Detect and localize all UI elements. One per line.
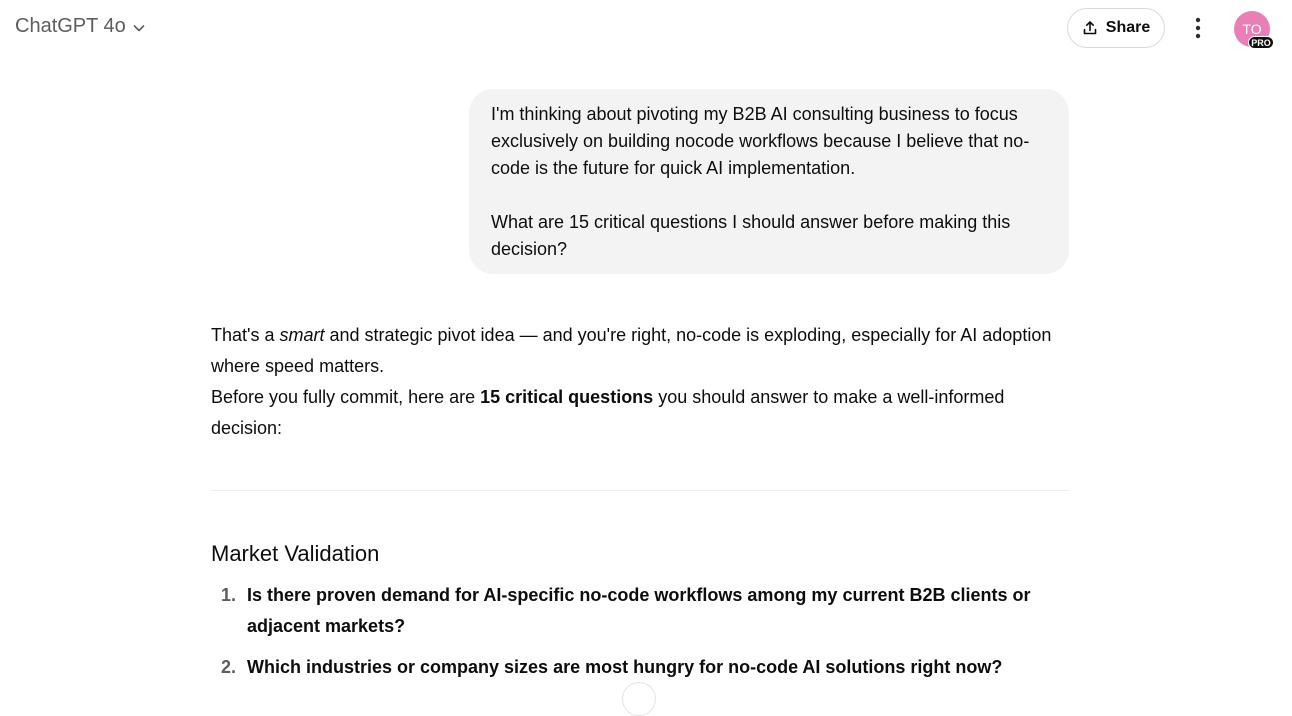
section-heading: Market Validation [211,541,380,566]
model-name: ChatGPT 4o [15,15,126,37]
pro-badge: PRO [1248,36,1274,49]
list-item: 1. Is there proven demand for AI-specifi… [211,580,1041,642]
model-selector[interactable]: ChatGPT 4o [15,15,146,38]
question-list: 1. Is there proven demand for AI-specifi… [211,580,1041,693]
list-number: 1. [220,585,236,605]
question-text: Which industries or company sizes are mo… [247,657,1003,677]
chevron-down-icon [133,24,145,31]
share-icon [1083,21,1097,35]
assistant-message: That's a smart and strategic pivot idea … [211,320,1073,444]
question-text: Is there proven demand for AI-specific n… [247,585,1031,636]
user-message-bubble: I'm thinking about pivoting my B2B AI co… [469,89,1069,274]
lead-text: Before you fully commit, here are [211,387,481,407]
intro-text: That's a [211,325,280,345]
assistant-intro: That's a smart and strategic pivot idea … [211,320,1073,382]
scroll-down-button[interactable] [622,682,656,716]
pro-badge-label: PRO [1251,37,1271,48]
list-number: 2. [220,657,236,677]
intro-emphasis: smart [279,325,325,345]
divider [211,490,1069,491]
avatar-initials: TO [1242,21,1262,37]
list-item: 2. Which industries or company sizes are… [211,652,1041,683]
intro-text: and strategic pivot idea — and you're ri… [211,325,1052,376]
share-button[interactable]: Share [1067,8,1165,48]
user-message-paragraph: I'm thinking about pivoting my B2B AI co… [491,104,1030,178]
share-label: Share [1105,19,1151,36]
more-vertical-icon [1195,17,1201,39]
top-bar: ChatGPT 4o Share TO PRO [0,0,1292,58]
lead-bold: 15 critical questions [480,387,654,407]
user-message-paragraph: What are 15 critical questions I should … [491,212,1011,259]
more-options-button[interactable] [1182,12,1214,44]
assistant-lead: Before you fully commit, here are 15 cri… [211,382,1073,444]
